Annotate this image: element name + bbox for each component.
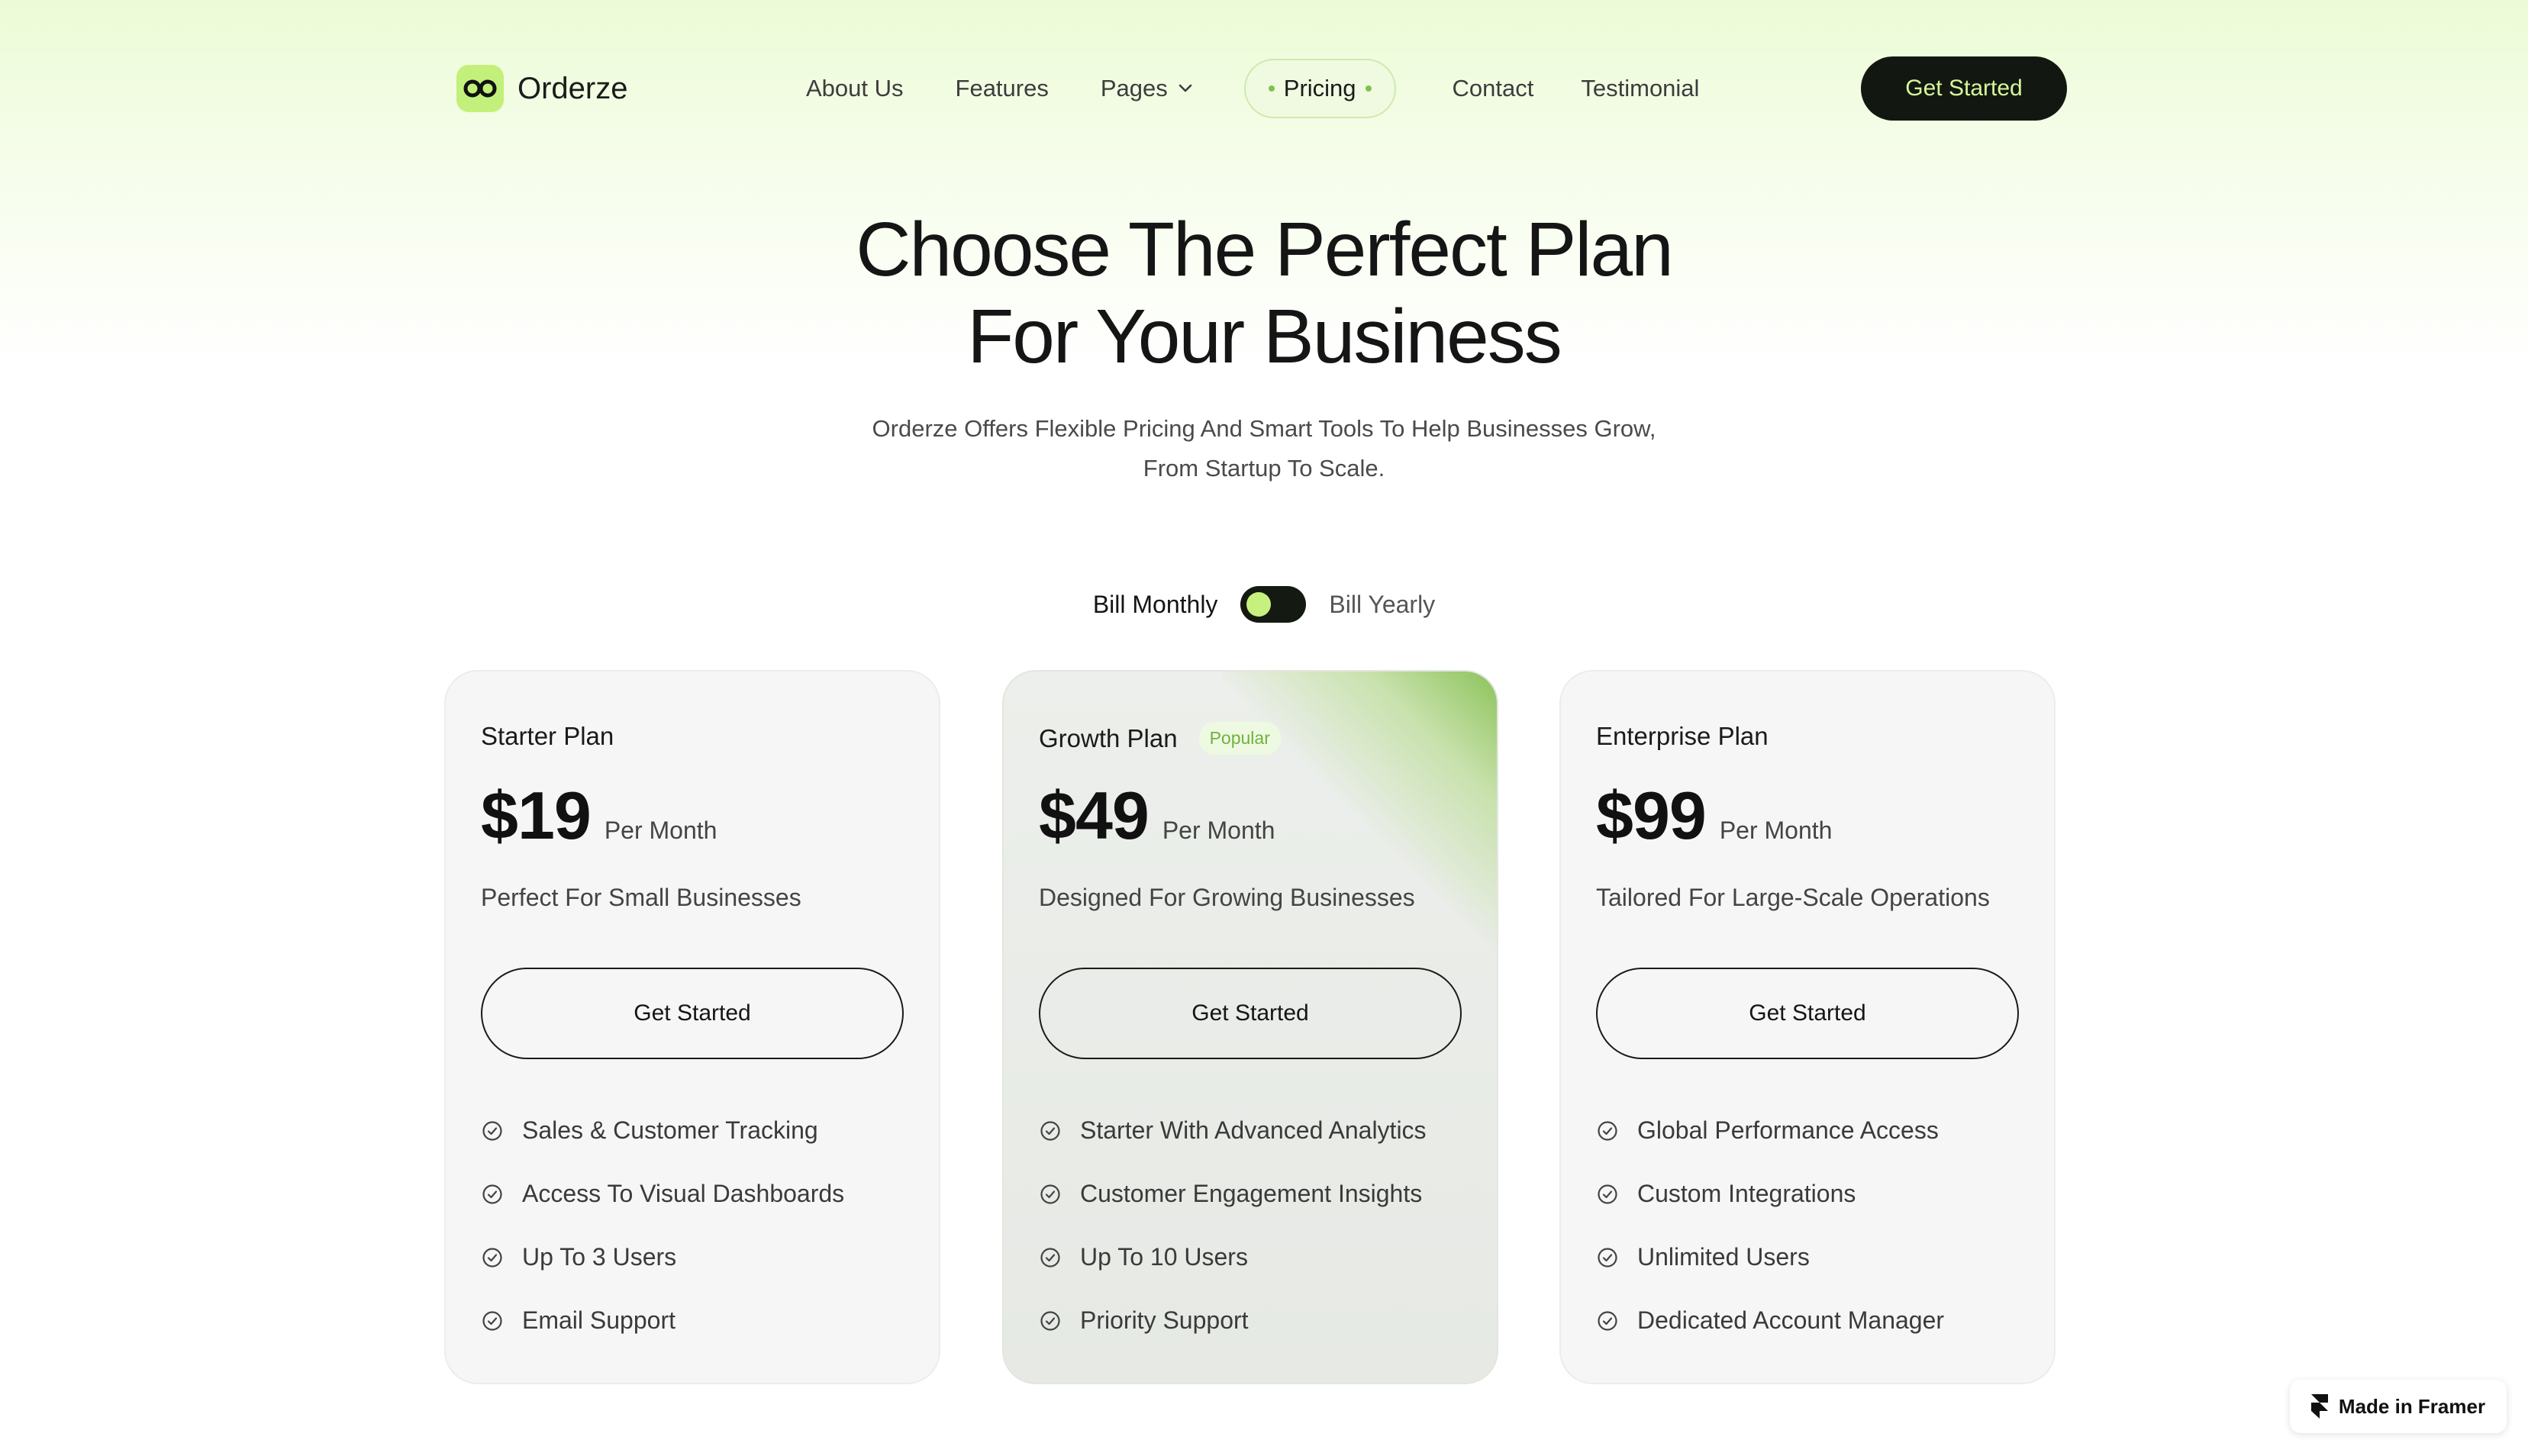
feature-text: Up To 10 Users	[1080, 1243, 1248, 1271]
feature-item: Unlimited Users	[1596, 1226, 2019, 1289]
active-dot-left	[1268, 85, 1275, 92]
check-circle-icon	[1039, 1309, 1062, 1332]
check-circle-icon	[1596, 1119, 1619, 1142]
plan-name: Enterprise Plan	[1596, 722, 1769, 750]
brand-name: Orderze	[518, 71, 628, 105]
feature-item: Global Performance Access	[1596, 1099, 2019, 1162]
check-circle-icon	[481, 1119, 504, 1142]
bill-monthly-label[interactable]: Bill Monthly	[1093, 591, 1218, 619]
billing-switch[interactable]	[1240, 586, 1307, 623]
pricing-card-enterprise: Enterprise Plan $99 Per Month Tailored F…	[1559, 670, 2056, 1384]
nav-get-started-button[interactable]: Get Started	[1861, 56, 2067, 121]
nav-item-testimonial[interactable]: Testimonial	[1581, 75, 1699, 102]
check-circle-icon	[1039, 1119, 1062, 1142]
billing-switch-knob	[1246, 592, 1272, 617]
feature-list: Global Performance Access Custom Integra…	[1596, 1099, 2019, 1352]
feature-item: Custom Integrations	[1596, 1162, 2019, 1226]
feature-text: Global Performance Access	[1637, 1116, 1939, 1144]
feature-text: Customer Engagement Insights	[1080, 1180, 1423, 1207]
nav-item-pages-label: Pages	[1100, 75, 1168, 101]
plan-name: Starter Plan	[481, 722, 614, 750]
plan-period: Per Month	[1162, 817, 1275, 844]
plan-price: $19	[481, 778, 592, 853]
feature-item: Up To 3 Users	[481, 1226, 904, 1289]
made-in-framer-badge[interactable]: Made in Framer	[2290, 1380, 2507, 1433]
check-circle-icon	[1596, 1309, 1619, 1332]
nav-item-features[interactable]: Features	[956, 75, 1049, 102]
feature-text: Sales & Customer Tracking	[522, 1116, 818, 1144]
feature-item: Priority Support	[1039, 1289, 1462, 1352]
plan-description: Tailored For Large-Scale Operations	[1596, 884, 1990, 911]
feature-list: Starter With Advanced Analytics Customer…	[1039, 1099, 1462, 1352]
check-circle-icon	[481, 1309, 504, 1332]
check-circle-icon	[1039, 1246, 1062, 1269]
feature-item: Customer Engagement Insights	[1039, 1162, 1462, 1226]
feature-item: Dedicated Account Manager	[1596, 1289, 2019, 1352]
made-in-framer-label: Made in Framer	[2338, 1394, 2486, 1418]
plan-period: Per Month	[604, 817, 717, 844]
brand[interactable]: Orderze	[456, 65, 628, 112]
hero-title-line-1: Choose The Perfect Plan	[856, 207, 1673, 292]
hero-title-line-2: For Your Business	[967, 294, 1562, 379]
feature-item: Email Support	[481, 1289, 904, 1352]
starter-get-started-button[interactable]: Get Started	[481, 968, 904, 1059]
nav-menu: About Us Features Pages Pricing Contact …	[806, 56, 1699, 121]
check-circle-icon	[1596, 1183, 1619, 1206]
feature-item: Up To 10 Users	[1039, 1226, 1462, 1289]
check-circle-icon	[481, 1246, 504, 1269]
growth-get-started-button[interactable]: Get Started	[1039, 968, 1462, 1059]
feature-item: Starter With Advanced Analytics	[1039, 1099, 1462, 1162]
feature-text: Priority Support	[1080, 1306, 1249, 1334]
chevron-down-icon	[1179, 84, 1192, 92]
bill-yearly-label[interactable]: Bill Yearly	[1329, 591, 1435, 619]
nav-item-pricing-label: Pricing	[1283, 75, 1356, 101]
hero-subtitle: Orderze Offers Flexible Pricing And Smar…	[840, 409, 1688, 488]
feature-text: Dedicated Account Manager	[1637, 1306, 1945, 1334]
feature-item: Sales & Customer Tracking	[481, 1099, 904, 1162]
feature-item: Access To Visual Dashboards	[481, 1162, 904, 1226]
feature-text: Custom Integrations	[1637, 1180, 1856, 1207]
feature-text: Email Support	[522, 1306, 676, 1334]
framer-logo-icon	[2310, 1394, 2328, 1419]
check-circle-icon	[481, 1183, 504, 1206]
plan-name: Growth Plan	[1039, 723, 1178, 752]
nav-item-about-us[interactable]: About Us	[806, 75, 904, 102]
nav-item-pages[interactable]: Pages	[1101, 75, 1192, 102]
feature-text: Access To Visual Dashboards	[522, 1180, 845, 1207]
nav-item-pricing[interactable]: Pricing	[1243, 59, 1396, 118]
plan-description: Designed For Growing Businesses	[1039, 884, 1415, 911]
logo-icon	[456, 65, 504, 112]
feature-list: Sales & Customer Tracking Access To Visu…	[481, 1099, 904, 1352]
popular-badge: Popular	[1198, 722, 1281, 755]
top-navigation: Orderze About Us Features Pages Pricing …	[456, 56, 2067, 121]
plan-price: $49	[1039, 778, 1150, 853]
plan-price: $99	[1596, 778, 1707, 853]
active-dot-right	[1365, 85, 1372, 92]
pricing-card-starter: Starter Plan $19 Per Month Perfect For S…	[444, 670, 940, 1384]
billing-toggle-group: Bill Monthly Bill Yearly	[0, 583, 2528, 626]
check-circle-icon	[1039, 1183, 1062, 1206]
hero-title: Choose The Perfect Plan For Your Busines…	[0, 206, 2528, 380]
feature-text: Up To 3 Users	[522, 1243, 677, 1271]
pricing-card-growth: Growth Plan Popular $49 Per Month Design…	[1002, 670, 1498, 1384]
feature-text: Starter With Advanced Analytics	[1080, 1116, 1427, 1144]
hero-subtitle-line-1: Orderze Offers Flexible Pricing And Smar…	[872, 415, 1656, 442]
nav-item-contact[interactable]: Contact	[1453, 75, 1534, 102]
enterprise-get-started-button[interactable]: Get Started	[1596, 968, 2019, 1059]
plan-description: Perfect For Small Businesses	[481, 884, 801, 911]
plan-period: Per Month	[1719, 817, 1833, 844]
check-circle-icon	[1596, 1246, 1619, 1269]
feature-text: Unlimited Users	[1637, 1243, 1810, 1271]
hero-subtitle-line-2: From Startup To Scale.	[1143, 455, 1385, 482]
